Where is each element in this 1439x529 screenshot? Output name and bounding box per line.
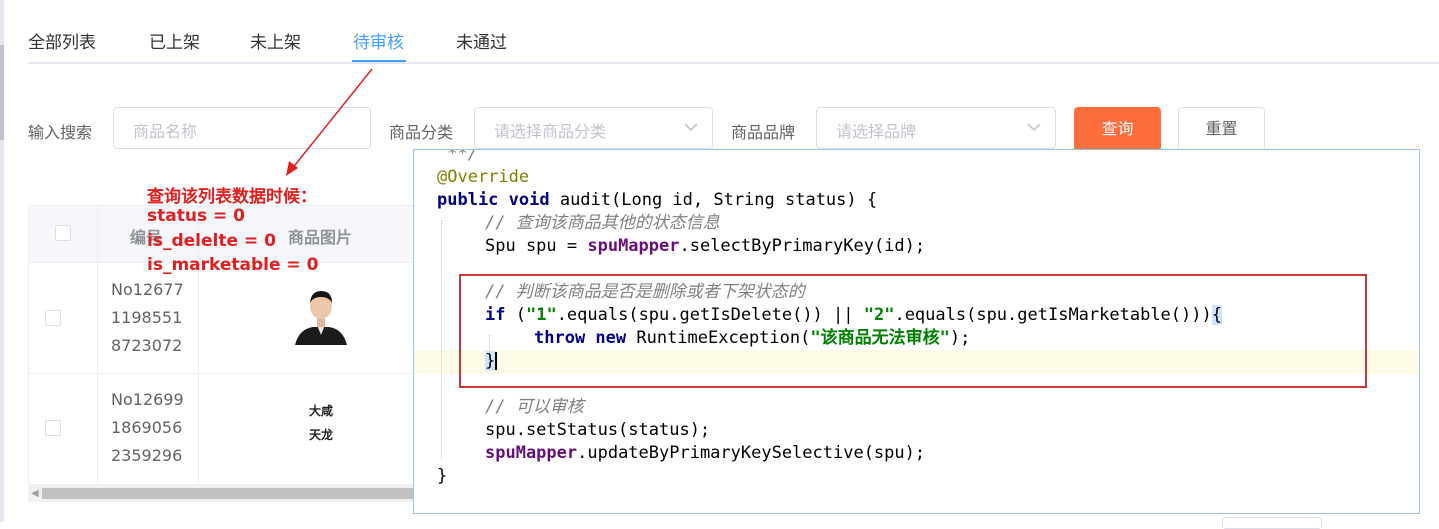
pagination-element[interactable] (1222, 517, 1322, 529)
code-line: spuMapper.updateByPrimaryKeySelective(sp… (485, 443, 926, 463)
code-line: **/ (437, 149, 478, 164)
annotation-title: 查询该列表数据时候： (147, 187, 317, 207)
code-line: @Override (437, 167, 530, 187)
code-line: spu.setStatus(status); (485, 420, 711, 440)
code-line: // 可以审核 (485, 397, 584, 417)
code-line: } (437, 466, 448, 486)
annotation-line: is_marketable = 0 (147, 255, 319, 275)
code-line: Spu spu = spuMapper.selectByPrimaryKey(i… (485, 236, 926, 256)
code-line: public void audit(Long id, String status… (437, 190, 878, 210)
annotation-line: status = 0 (147, 206, 245, 226)
highlight-box (459, 274, 1367, 388)
annotation-line: is_delelte = 0 (147, 231, 276, 251)
code-line: // 查询该商品其他的状态信息 (485, 213, 720, 233)
code-snippet-window: **/ @Override public void audit(Long id,… (413, 149, 1420, 514)
